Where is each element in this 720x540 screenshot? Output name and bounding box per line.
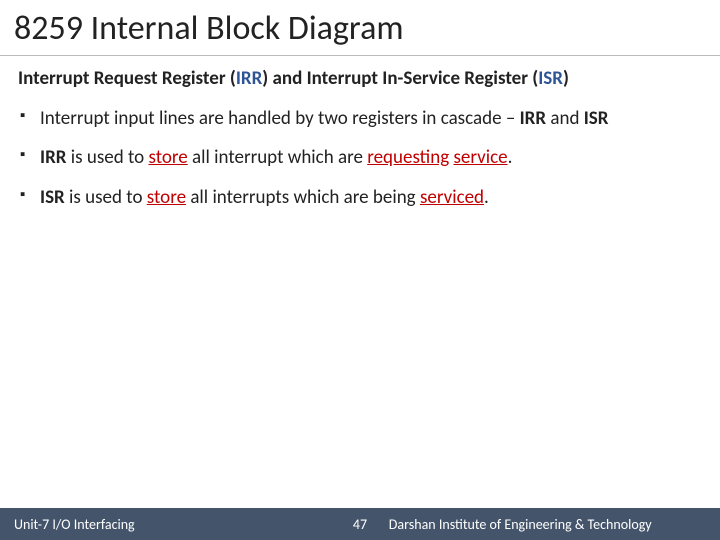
bullet-3-text-2: all interrupts which are being [186,186,420,209]
bullet-2: IRR is used to store all interrupt which… [18,145,702,171]
footer-institute: Darshan Institute of Engineering & Techn… [389,516,652,533]
bullet-2-red-3: service [453,146,507,169]
bullet-2-red-1: store [149,146,188,169]
bullet-3-red-2: serviced [420,186,484,209]
slide-title: 8259 Internal Block Diagram [0,0,720,56]
bullet-2-text-1: is used to [66,146,148,169]
bullet-3-bold-1: ISR [40,186,65,209]
bullet-1-bold-1: IRR [520,107,546,130]
heading-text-2: ) and Interrupt In-Service Register ( [262,67,538,90]
bullet-1-text-2: and [546,107,584,130]
bullet-2-text-2: all interrupt which are [188,146,367,169]
bullet-2-bold-1: IRR [40,146,66,169]
heading-abbr-isr: ISR [538,67,563,90]
slide-content: Interrupt Request Register (IRR) and Int… [0,56,720,508]
bullet-1-text-1: Interrupt input lines are handled by two… [40,107,520,130]
section-heading: Interrupt Request Register (IRR) and Int… [18,66,702,92]
bullet-1-bold-2: ISR [584,107,609,130]
heading-text-1: Interrupt Request Register ( [18,67,236,90]
bullet-3-red-1: store [147,186,186,209]
footer-page-number: 47 [342,516,378,533]
bullet-3-text-3: . [484,186,489,209]
bullet-3: ISR is used to store all interrupts whic… [18,185,702,211]
bullet-2-text-4: . [508,146,513,169]
heading-abbr-irr: IRR [236,67,262,90]
slide-footer: Unit-7 I/O Interfacing 47 Darshan Instit… [0,508,720,540]
bullet-3-text-1: is used to [65,186,147,209]
heading-text-3: ) [563,67,569,90]
bullet-list: Interrupt input lines are handled by two… [18,106,702,211]
bullet-2-red-2: requesting [367,146,449,169]
slide: 8259 Internal Block Diagram Interrupt Re… [0,0,720,540]
bullet-1: Interrupt input lines are handled by two… [18,106,702,132]
